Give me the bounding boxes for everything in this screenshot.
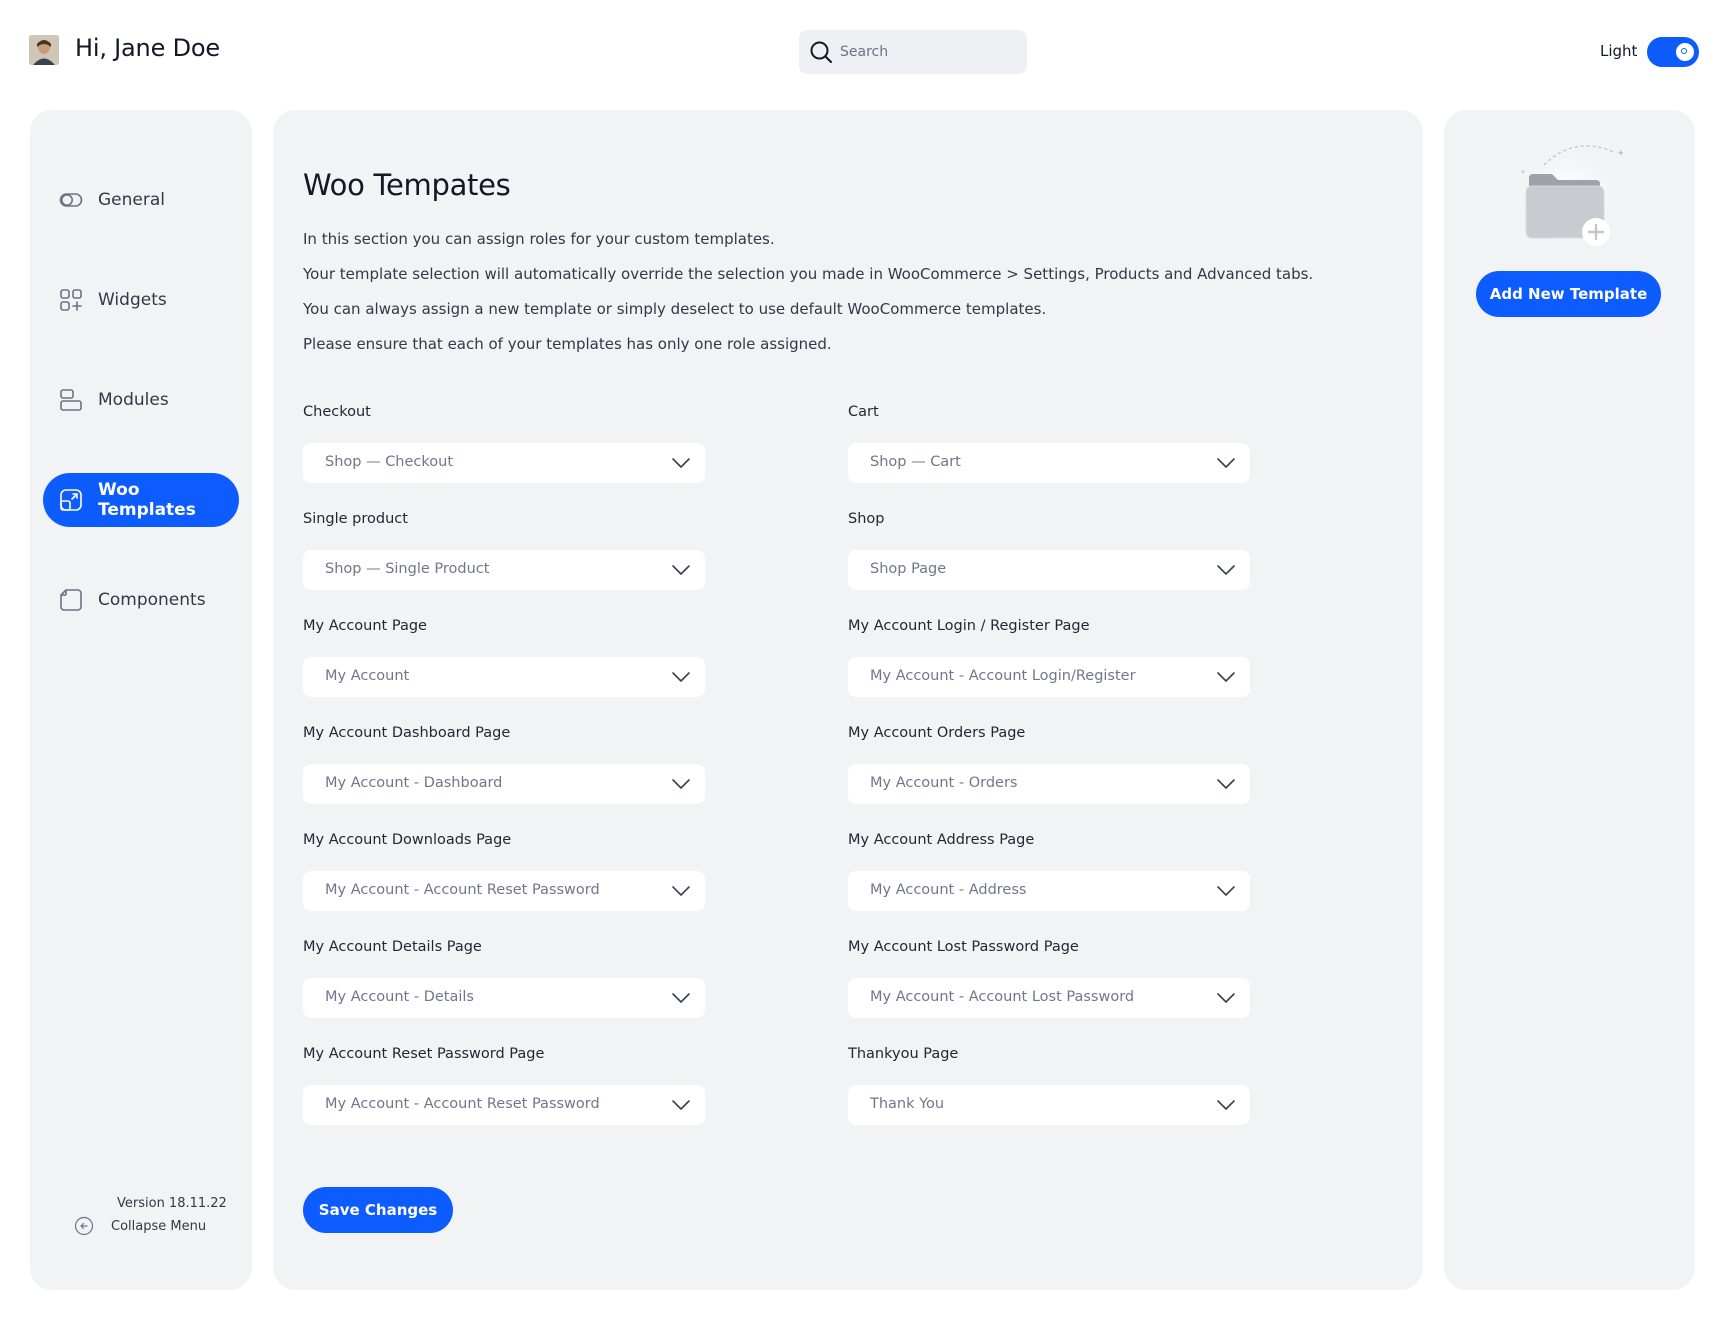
select-my-account[interactable]: My Account <box>303 657 705 697</box>
external-link-icon <box>60 489 82 511</box>
select-address[interactable]: My Account - Address <box>848 871 1250 911</box>
sidebar-item-label: Woo Templates <box>98 480 196 520</box>
chevron-down-icon <box>1217 458 1235 468</box>
field-label-my-account: My Account Page <box>303 618 427 634</box>
field-label-address: My Account Address Page <box>848 832 1035 848</box>
select-value: My Account <box>325 668 410 684</box>
field-label-reset-password: My Account Reset Password Page <box>303 1046 545 1062</box>
field-label-login-register: My Account Login / Register Page <box>848 618 1090 634</box>
select-downloads[interactable]: My Account - Account Reset Password <box>303 871 705 911</box>
chevron-down-icon <box>672 779 690 789</box>
select-value: Shop Page <box>870 561 947 577</box>
sidebar-item-label: General <box>98 190 165 210</box>
field-label-cart: Cart <box>848 404 879 420</box>
description-line: In this section you can assign roles for… <box>303 230 775 248</box>
collapse-menu-button[interactable]: Collapse Menu <box>74 1215 206 1237</box>
select-details[interactable]: My Account - Details <box>303 978 705 1018</box>
chevron-down-icon <box>1217 672 1235 682</box>
components-icon <box>60 589 82 611</box>
chevron-down-icon <box>1217 1100 1235 1110</box>
chevron-down-icon <box>1217 993 1235 1003</box>
select-value: Shop — Cart <box>870 454 961 470</box>
select-orders[interactable]: My Account - Orders <box>848 764 1250 804</box>
modules-icon <box>60 389 82 411</box>
search-input[interactable] <box>840 42 1015 62</box>
sidebar-item-components[interactable]: Components <box>43 573 239 627</box>
chevron-down-icon <box>1217 779 1235 789</box>
select-cart[interactable]: Shop — Cart <box>848 443 1250 483</box>
chevron-down-icon <box>672 1100 690 1110</box>
select-checkout[interactable]: Shop — Checkout <box>303 443 705 483</box>
field-label-orders: My Account Orders Page <box>848 725 1026 741</box>
add-new-template-button[interactable]: Add New Template <box>1476 271 1661 317</box>
field-label-checkout: Checkout <box>303 404 371 420</box>
greeting: Hi, Jane Doe <box>75 34 220 62</box>
sidebar-item-widgets[interactable]: Widgets <box>43 273 239 327</box>
field-label-details: My Account Details Page <box>303 939 482 955</box>
description-line: Please ensure that each of your template… <box>303 335 832 353</box>
right-panel: ✦ ✦ Add New Template <box>1444 110 1695 1290</box>
arrow-left-circle-icon <box>74 1216 94 1236</box>
field-label-thankyou: Thankyou Page <box>848 1046 959 1062</box>
widgets-grid-icon <box>60 289 82 311</box>
select-value: My Account - Address <box>870 882 1027 898</box>
select-value: My Account - Orders <box>870 775 1018 791</box>
sidebar-item-label: Components <box>98 590 206 610</box>
sidebar: General Widgets Modules Woo Templates Co… <box>30 110 252 1290</box>
toggle-knob <box>1676 43 1694 61</box>
sidebar-item-general[interactable]: General <box>43 173 239 227</box>
select-value: My Account - Account Reset Password <box>325 882 600 898</box>
chevron-down-icon <box>672 672 690 682</box>
version-text: Version 18.11.22 <box>117 1196 227 1211</box>
field-label-shop: Shop <box>848 511 885 527</box>
chevron-down-icon <box>1217 565 1235 575</box>
chevron-down-icon <box>672 458 690 468</box>
chevron-down-icon <box>672 886 690 896</box>
sidebar-item-modules[interactable]: Modules <box>43 373 239 427</box>
select-value: Thank You <box>870 1096 945 1112</box>
select-value: My Account - Dashboard <box>325 775 503 791</box>
toggle-icon <box>59 193 83 207</box>
select-value: My Account - Details <box>325 989 474 1005</box>
sidebar-item-woo-templates[interactable]: Woo Templates <box>43 473 239 527</box>
select-lost-password[interactable]: My Account - Account Lost Password <box>848 978 1250 1018</box>
sidebar-item-label: Modules <box>98 390 169 410</box>
select-reset-password[interactable]: My Account - Account Reset Password <box>303 1085 705 1125</box>
description-line: Your template selection will automatical… <box>303 265 1314 283</box>
chevron-down-icon <box>672 993 690 1003</box>
select-value: My Account - Account Login/Register <box>870 668 1136 684</box>
main-panel: Woo Tempates In this section you can ass… <box>273 110 1423 1290</box>
field-label-downloads: My Account Downloads Page <box>303 832 512 848</box>
folder-add-icon: ✦ ✦ <box>1520 145 1625 246</box>
select-value: Shop — Single Product <box>325 561 490 577</box>
top-header: Hi, Jane Doe Light <box>0 0 1730 104</box>
theme-label: Light <box>1600 42 1638 60</box>
collapse-menu-label: Collapse Menu <box>111 1218 207 1234</box>
sidebar-item-label: Widgets <box>98 290 167 310</box>
search-icon <box>810 41 832 63</box>
field-label-dashboard: My Account Dashboard Page <box>303 725 511 741</box>
svg-text:✦: ✦ <box>1520 168 1526 176</box>
select-value: Shop — Checkout <box>325 454 454 470</box>
field-label-single-product: Single product <box>303 511 408 527</box>
select-single-product[interactable]: Shop — Single Product <box>303 550 705 590</box>
select-value: My Account - Account Lost Password <box>870 989 1135 1005</box>
select-dashboard[interactable]: My Account - Dashboard <box>303 764 705 804</box>
select-login-register[interactable]: My Account - Account Login/Register <box>848 657 1250 697</box>
save-changes-button[interactable]: Save Changes <box>303 1187 453 1233</box>
description-line: You can always assign a new template or … <box>303 300 1047 318</box>
avatar[interactable] <box>29 35 59 65</box>
field-label-lost-password: My Account Lost Password Page <box>848 939 1079 955</box>
select-shop[interactable]: Shop Page <box>848 550 1250 590</box>
select-value: My Account - Account Reset Password <box>325 1096 600 1112</box>
select-thankyou[interactable]: Thank You <box>848 1085 1250 1125</box>
chevron-down-icon <box>672 565 690 575</box>
search-box[interactable] <box>799 30 1027 74</box>
theme-toggle[interactable] <box>1647 37 1699 67</box>
page-title: Woo Tempates <box>303 168 511 202</box>
svg-text:✦: ✦ <box>1617 149 1625 159</box>
chevron-down-icon <box>1217 886 1235 896</box>
